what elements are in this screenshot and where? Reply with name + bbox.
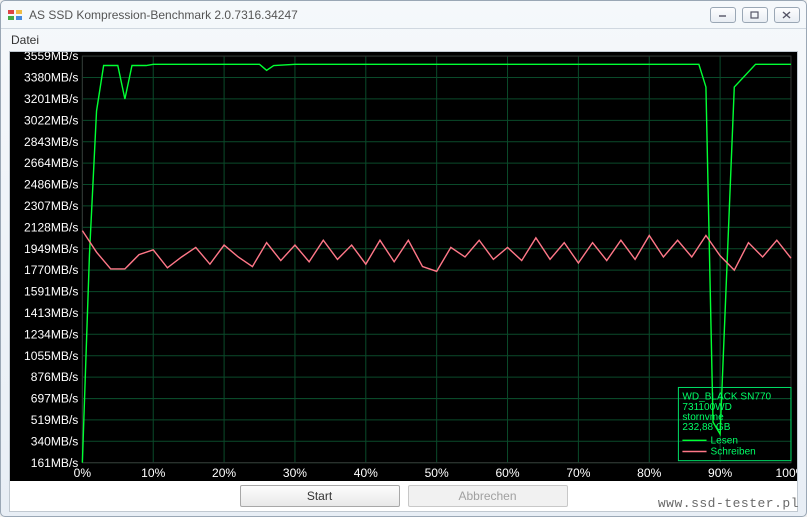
minimize-button[interactable] — [710, 7, 736, 23]
svg-text:232,88 GB: 232,88 GB — [682, 422, 730, 433]
svg-text:3380MB/s: 3380MB/s — [24, 70, 78, 84]
menubar: Datei — [1, 29, 806, 51]
svg-text:1234MB/s: 1234MB/s — [24, 327, 78, 341]
svg-text:1770MB/s: 1770MB/s — [24, 263, 78, 277]
svg-text:2664MB/s: 2664MB/s — [24, 156, 78, 170]
svg-text:50%: 50% — [425, 466, 449, 480]
svg-text:2486MB/s: 2486MB/s — [24, 177, 78, 191]
svg-text:90%: 90% — [708, 466, 732, 480]
svg-text:80%: 80% — [637, 466, 661, 480]
svg-text:2128MB/s: 2128MB/s — [24, 220, 78, 234]
chart-area: 0%10%20%30%40%50%60%70%80%90%100%161MB/s… — [10, 52, 797, 481]
svg-text:1055MB/s: 1055MB/s — [24, 349, 78, 363]
cancel-button: Abbrechen — [408, 485, 568, 507]
svg-text:1591MB/s: 1591MB/s — [24, 285, 78, 299]
svg-text:10%: 10% — [141, 466, 165, 480]
maximize-button[interactable] — [742, 7, 768, 23]
start-button[interactable]: Start — [240, 485, 400, 507]
svg-text:876MB/s: 876MB/s — [31, 370, 79, 384]
svg-text:1949MB/s: 1949MB/s — [24, 242, 78, 256]
svg-text:Lesen: Lesen — [711, 435, 738, 446]
svg-text:100%: 100% — [776, 466, 797, 480]
svg-text:3201MB/s: 3201MB/s — [24, 92, 78, 106]
svg-text:70%: 70% — [566, 466, 590, 480]
menu-file[interactable]: Datei — [11, 33, 39, 47]
svg-text:30%: 30% — [283, 466, 307, 480]
window-title: AS SSD Kompression-Benchmark 2.0.7316.34… — [29, 8, 710, 22]
svg-text:161MB/s: 161MB/s — [31, 456, 79, 470]
benchmark-chart: 0%10%20%30%40%50%60%70%80%90%100%161MB/s… — [10, 52, 797, 481]
svg-text:519MB/s: 519MB/s — [31, 413, 79, 427]
svg-text:Schreiben: Schreiben — [711, 447, 756, 458]
svg-text:3559MB/s: 3559MB/s — [24, 52, 78, 63]
svg-text:40%: 40% — [354, 466, 378, 480]
svg-text:340MB/s: 340MB/s — [31, 434, 79, 448]
close-button[interactable] — [774, 7, 800, 23]
window-controls — [710, 7, 800, 23]
content-panel: 0%10%20%30%40%50%60%70%80%90%100%161MB/s… — [9, 51, 798, 512]
app-window: AS SSD Kompression-Benchmark 2.0.7316.34… — [0, 0, 807, 517]
svg-text:2307MB/s: 2307MB/s — [24, 199, 78, 213]
svg-text:60%: 60% — [495, 466, 519, 480]
svg-text:697MB/s: 697MB/s — [31, 392, 79, 406]
svg-text:2843MB/s: 2843MB/s — [24, 135, 78, 149]
svg-text:20%: 20% — [212, 466, 236, 480]
svg-text:3022MB/s: 3022MB/s — [24, 113, 78, 127]
svg-text:1413MB/s: 1413MB/s — [24, 306, 78, 320]
watermark: www.ssd-tester.pl — [658, 496, 799, 511]
app-icon — [7, 7, 23, 23]
titlebar[interactable]: AS SSD Kompression-Benchmark 2.0.7316.34… — [1, 1, 806, 29]
